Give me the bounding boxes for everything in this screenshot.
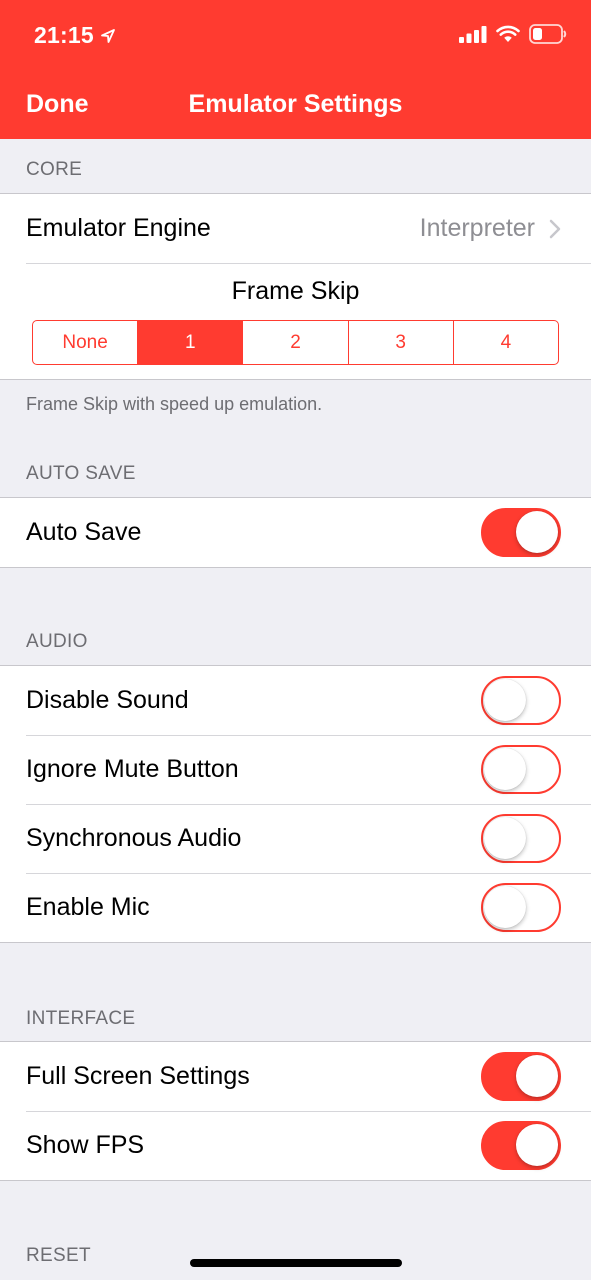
section-header-interface: INTERFACE <box>26 1008 136 1029</box>
status-time-group: 21:15 <box>34 22 116 49</box>
ignore-mute-button-toggle[interactable] <box>481 745 561 794</box>
toggle-knob <box>484 679 526 721</box>
emulator-engine-row[interactable]: Emulator Engine Interpreter <box>0 194 591 263</box>
toggle-knob <box>516 511 558 553</box>
full-screen-settings-toggle[interactable] <box>481 1052 561 1101</box>
status-bar: 21:15 <box>0 0 591 72</box>
frame-skip-option-3[interactable]: 3 <box>347 321 453 364</box>
synchronous-audio-label: Synchronous Audio <box>26 824 242 852</box>
frame-skip-option-2[interactable]: 2 <box>242 321 347 364</box>
toggle-knob <box>484 886 526 928</box>
chevron-right-icon <box>549 219 561 238</box>
show-fps-toggle[interactable] <box>481 1121 561 1170</box>
synchronous-audio-toggle[interactable] <box>481 814 561 863</box>
wifi-icon <box>496 25 520 42</box>
full-screen-settings-row: Full Screen Settings <box>0 1042 591 1111</box>
section-header-reset: RESET <box>26 1245 91 1266</box>
ignore-mute-button-row: Ignore Mute Button <box>0 735 591 804</box>
home-indicator <box>190 1259 402 1267</box>
header: 21:15 Done Emulator Settings <box>0 0 591 139</box>
toggle-knob <box>484 748 526 790</box>
frame-skip-row: Frame Skip None 1 2 3 4 <box>0 263 591 379</box>
disable-sound-label: Disable Sound <box>26 686 189 714</box>
interface-group: Full Screen Settings Show FPS <box>0 1041 591 1181</box>
signal-icon <box>459 26 487 43</box>
core-group: Emulator Engine Interpreter Frame Skip N… <box>0 193 591 380</box>
location-arrow-icon <box>100 28 115 43</box>
ignore-mute-button-label: Ignore Mute Button <box>26 755 239 783</box>
section-footer-core: Frame Skip with speed up emulation. <box>26 394 323 414</box>
status-time: 21:15 <box>34 22 94 48</box>
page-title: Emulator Settings <box>188 90 403 118</box>
section-header-auto-save: AUTO SAVE <box>26 463 136 484</box>
disable-sound-toggle[interactable] <box>481 676 561 725</box>
frame-skip-option-4[interactable]: 4 <box>452 321 558 364</box>
navigation-bar: Done Emulator Settings <box>0 72 591 139</box>
emulator-engine-label: Emulator Engine <box>26 214 211 242</box>
synchronous-audio-row: Synchronous Audio <box>0 804 591 873</box>
enable-mic-label: Enable Mic <box>26 893 150 921</box>
frame-skip-option-1[interactable]: 1 <box>137 321 243 364</box>
emulator-engine-value: Interpreter <box>419 214 535 242</box>
status-icons <box>459 24 567 44</box>
auto-save-group: Auto Save <box>0 497 591 568</box>
show-fps-row: Show FPS <box>0 1111 591 1180</box>
frame-skip-title: Frame Skip <box>231 277 360 305</box>
section-header-core: CORE <box>26 159 83 180</box>
battery-icon <box>529 24 567 44</box>
audio-group: Disable Sound Ignore Mute Button Synchro… <box>0 665 591 943</box>
frame-skip-segmented-control: None 1 2 3 4 <box>32 320 559 365</box>
auto-save-label: Auto Save <box>26 518 142 546</box>
toggle-knob <box>516 1055 558 1097</box>
disable-sound-row: Disable Sound <box>0 666 591 735</box>
full-screen-settings-label: Full Screen Settings <box>26 1062 250 1090</box>
toggle-knob <box>484 817 526 859</box>
auto-save-row: Auto Save <box>0 498 591 567</box>
enable-mic-row: Enable Mic <box>0 873 591 942</box>
section-header-audio: AUDIO <box>26 631 88 652</box>
enable-mic-toggle[interactable] <box>481 883 561 932</box>
toggle-knob <box>516 1124 558 1166</box>
auto-save-toggle[interactable] <box>481 508 561 557</box>
frame-skip-option-none[interactable]: None <box>33 321 137 364</box>
show-fps-label: Show FPS <box>26 1131 145 1159</box>
